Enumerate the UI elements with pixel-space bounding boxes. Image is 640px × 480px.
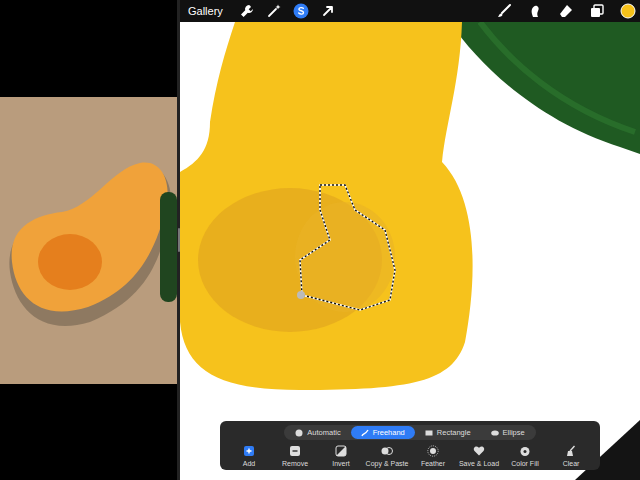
copy-icon: [381, 445, 393, 457]
selection-handle[interactable]: [297, 291, 305, 299]
tool-button[interactable]: [558, 3, 574, 19]
action-button[interactable]: Clear: [548, 445, 594, 467]
mode-button[interactable]: Freehand: [351, 426, 415, 439]
action-button[interactable]: Remove: [272, 445, 318, 467]
tool-button[interactable]: [239, 3, 255, 19]
action-button[interactable]: Color Fill: [502, 445, 548, 467]
selection-modes: AutomaticFreehandRectangleEllipse: [284, 425, 535, 440]
selection-icon: [293, 3, 309, 19]
fill-icon: [519, 445, 531, 457]
wrench-icon: [239, 3, 255, 19]
tool-button[interactable]: [527, 3, 543, 19]
transform-icon: [320, 3, 336, 19]
top-bar: Gallery: [180, 0, 640, 22]
eraser-icon: [558, 3, 574, 19]
brush-icon: [496, 3, 512, 19]
canvas-artwork[interactable]: [180, 22, 640, 480]
tool-button[interactable]: [266, 3, 282, 19]
reference-photo-image: [0, 97, 177, 384]
invert-icon: [335, 445, 347, 457]
green-squash: [450, 22, 640, 154]
selection-actions: AddRemoveInvertCopy & PasteFeatherSave &…: [226, 445, 594, 467]
canvas[interactable]: AutomaticFreehandRectangleEllipse AddRemo…: [180, 22, 640, 480]
yellow-squash: [180, 22, 473, 390]
action-button[interactable]: Copy & Paste: [364, 445, 410, 467]
ellipse-icon: [491, 429, 499, 437]
smudge-icon: [527, 3, 543, 19]
add-icon: [243, 445, 255, 457]
action-button[interactable]: Save & Load: [456, 445, 502, 467]
save-icon: [473, 445, 485, 457]
action-button[interactable]: Feather: [410, 445, 456, 467]
tool-button[interactable]: [320, 3, 336, 19]
selection-toolbar: AutomaticFreehandRectangleEllipse AddRemo…: [220, 421, 600, 470]
tool-button[interactable]: [496, 3, 512, 19]
gallery-button[interactable]: Gallery: [188, 5, 223, 17]
procreate-screen: Gallery AutomaticFreehandRectangleEllipse…: [0, 0, 640, 480]
layers-icon: [589, 3, 605, 19]
freehand-icon: [361, 429, 369, 437]
action-button[interactable]: Add: [226, 445, 272, 467]
tool-button[interactable]: [589, 3, 605, 19]
automatic-icon: [295, 429, 303, 437]
freehand-selection[interactable]: [300, 185, 395, 310]
right-tools: [496, 3, 636, 19]
reference-photo: [0, 97, 177, 384]
mode-button[interactable]: Rectangle: [415, 426, 481, 439]
reference-pane: [0, 0, 177, 480]
tool-button[interactable]: [293, 3, 309, 19]
rectangle-icon: [425, 429, 433, 437]
feather-icon: [427, 445, 439, 457]
mode-button[interactable]: Ellipse: [481, 426, 535, 439]
color-icon: [620, 3, 636, 19]
remove-icon: [289, 445, 301, 457]
mode-button[interactable]: Automatic: [285, 426, 350, 439]
action-button[interactable]: Invert: [318, 445, 364, 467]
left-tools: [239, 3, 336, 19]
tool-button[interactable]: [620, 3, 636, 19]
workspace: Gallery AutomaticFreehandRectangleEllipse…: [180, 0, 640, 480]
clear-icon: [565, 445, 577, 457]
wand-icon: [266, 3, 282, 19]
